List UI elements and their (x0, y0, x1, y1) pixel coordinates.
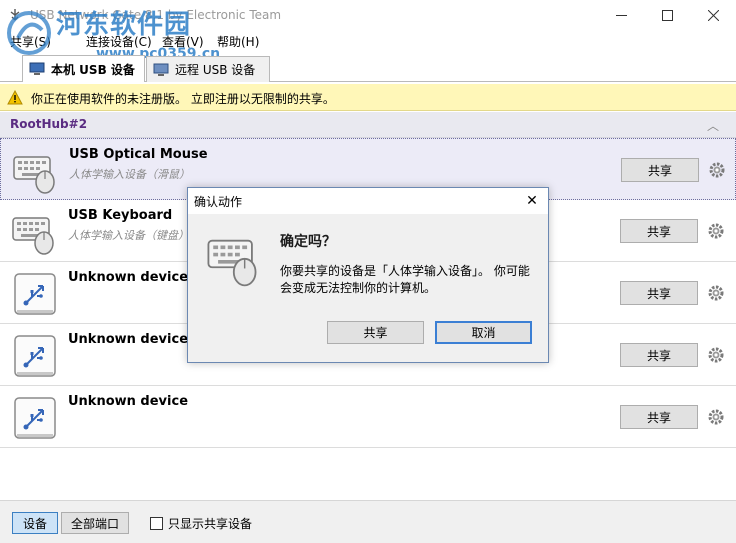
close-button[interactable] (690, 0, 736, 31)
collapse-chevron-icon[interactable]: ︿ (707, 117, 723, 133)
tab-local-usb-label: 本机 USB 设备 (51, 62, 135, 77)
checkbox-box[interactable] (150, 517, 163, 530)
share-button[interactable]: 共享 (620, 343, 698, 367)
dialog-share-button[interactable]: 共享 (327, 321, 424, 344)
device-row[interactable]: Unknown device 共享 (0, 386, 736, 448)
menu-connect-device[interactable]: 连接设备(C) (80, 33, 158, 50)
dialog-title: 确认动作 (194, 195, 243, 209)
dialog-close-icon[interactable]: ✕ (524, 193, 540, 209)
keyboard-mouse-icon (13, 156, 55, 194)
local-computer-icon (29, 62, 45, 75)
devices-view-button[interactable]: 设备 (12, 512, 58, 534)
warning-text[interactable]: 你正在使用软件的未注册版。 立即注册以无限制的共享。 (31, 90, 335, 107)
unregistered-warning-bar: 你正在使用软件的未注册版。 立即注册以无限制的共享。 (0, 84, 736, 111)
menu-share[interactable]: 共享(S) (4, 33, 57, 50)
dialog-titlebar: 确认动作 ✕ (188, 188, 548, 214)
tab-local-usb[interactable]: 本机 USB 设备 (22, 55, 145, 82)
share-button[interactable]: 共享 (620, 405, 698, 429)
only-shared-checkbox[interactable]: 只显示共享设备 (150, 515, 252, 532)
confirm-dialog: 确认动作 ✕ 确定吗？ 你要共享的设备是「人体学输入设备」。 你可能会变成无法控… (187, 187, 549, 363)
window-title: USB Network Gate 8.1 by Electronic Team (30, 8, 282, 22)
menu-view[interactable]: 查看(V) (156, 33, 210, 50)
tab-remote-usb[interactable]: 远程 USB 设备 (146, 56, 270, 82)
hub-label: RootHub#2 (10, 117, 88, 131)
device-name: Unknown device (68, 394, 189, 409)
bottom-toolbar: 设备 全部端口 只显示共享设备 (0, 500, 736, 543)
maximize-icon (661, 10, 673, 21)
keyboard-mouse-icon (12, 217, 54, 255)
minimize-button[interactable] (598, 0, 644, 31)
menu-help[interactable]: 帮助(H) (211, 33, 265, 50)
only-shared-label: 只显示共享设备 (168, 517, 253, 531)
gear-icon[interactable] (707, 284, 725, 302)
hub-header[interactable]: RootHub#2 ︿ (0, 112, 736, 138)
tab-strip: 本机 USB 设备 远程 USB 设备 (0, 51, 736, 82)
device-type: 人体学输入设备（滑鼠） (69, 168, 190, 181)
usb-device-icon (14, 273, 56, 315)
close-icon (707, 10, 719, 21)
keyboard-mouse-icon (207, 239, 257, 287)
remote-computer-icon (153, 63, 169, 76)
dialog-heading: 确定吗？ (280, 234, 336, 250)
gear-icon[interactable] (707, 222, 725, 240)
share-button[interactable]: 共享 (621, 158, 699, 182)
device-name: USB Keyboard (68, 208, 173, 223)
share-button[interactable]: 共享 (620, 281, 698, 305)
minimize-icon (615, 15, 627, 16)
window-titlebar: USB Network Gate 8.1 by Electronic Team (0, 0, 736, 31)
tab-remote-usb-label: 远程 USB 设备 (175, 63, 256, 77)
menu-bar: 共享(S) 连接设备(C) 查看(V) 帮助(H) (0, 31, 736, 51)
gear-icon[interactable] (707, 408, 725, 426)
usb-device-icon (14, 335, 56, 377)
dialog-message: 你要共享的设备是「人体学输入设备」。 你可能会变成无法控制你的计算机。 (280, 264, 530, 295)
gear-icon[interactable] (708, 161, 726, 179)
device-name: USB Optical Mouse (69, 147, 208, 162)
share-button[interactable]: 共享 (620, 219, 698, 243)
device-type: 人体学输入设备（键盘） (68, 229, 189, 242)
device-name: Unknown device (68, 332, 189, 347)
app-usb-icon (10, 9, 20, 21)
maximize-button[interactable] (644, 0, 690, 31)
all-ports-button[interactable]: 全部端口 (61, 512, 129, 534)
dialog-cancel-button[interactable]: 取消 (435, 321, 532, 344)
warning-icon (7, 90, 23, 105)
device-name: Unknown device (68, 270, 189, 285)
usb-device-icon (14, 397, 56, 439)
gear-icon[interactable] (707, 346, 725, 364)
